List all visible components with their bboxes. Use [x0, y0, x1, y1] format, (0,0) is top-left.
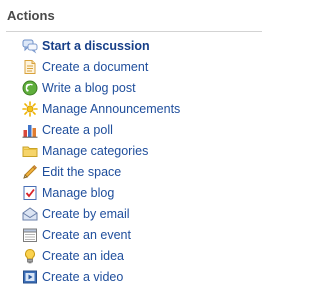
discussion-icon: [22, 38, 38, 54]
action-create-document[interactable]: Create a document: [6, 56, 263, 77]
action-label: Write a blog post: [42, 80, 136, 95]
action-label: Manage Announcements: [42, 101, 181, 116]
action-manage-announcements[interactable]: Manage Announcements: [6, 98, 263, 119]
action-edit-space[interactable]: Edit the space: [6, 161, 263, 182]
action-create-poll[interactable]: Create a poll: [6, 119, 263, 140]
lightbulb-icon: [22, 248, 38, 264]
action-label: Create an event: [42, 227, 131, 242]
action-label: Edit the space: [42, 164, 122, 179]
panel-divider: [6, 31, 262, 32]
action-label: Start a discussion: [42, 38, 150, 53]
panel-title: Actions: [7, 8, 55, 23]
action-label: Create an idea: [42, 248, 125, 263]
video-icon: [22, 269, 38, 285]
blog-post-icon: [22, 80, 38, 96]
folder-icon: [22, 143, 38, 159]
action-create-idea[interactable]: Create an idea: [6, 245, 263, 266]
action-label: Create a poll: [42, 122, 113, 137]
calendar-icon: [22, 227, 38, 243]
action-label: Create a video: [42, 269, 124, 284]
action-create-event[interactable]: Create an event: [6, 224, 263, 245]
action-write-blog-post[interactable]: Write a blog post: [6, 77, 263, 98]
actions-panel: Actions Start a discussion Create a docu…: [0, 0, 263, 299]
action-create-video[interactable]: Create a video: [6, 266, 263, 287]
pencil-icon: [22, 164, 38, 180]
document-icon: [22, 59, 38, 75]
action-label: Create by email: [42, 206, 130, 221]
action-manage-blog[interactable]: Manage blog: [6, 182, 263, 203]
action-label: Manage categories: [42, 143, 149, 158]
email-icon: [22, 206, 38, 222]
action-list: Start a discussion Create a document Wri…: [6, 35, 263, 287]
action-create-by-email[interactable]: Create by email: [6, 203, 263, 224]
action-manage-categories[interactable]: Manage categories: [6, 140, 263, 161]
announcement-icon: [22, 100, 38, 117]
action-label: Create a document: [42, 59, 149, 74]
action-label: Manage blog: [42, 185, 115, 200]
poll-icon: [22, 122, 38, 138]
blog-manage-icon: [22, 185, 38, 201]
action-start-discussion[interactable]: Start a discussion: [6, 35, 263, 56]
